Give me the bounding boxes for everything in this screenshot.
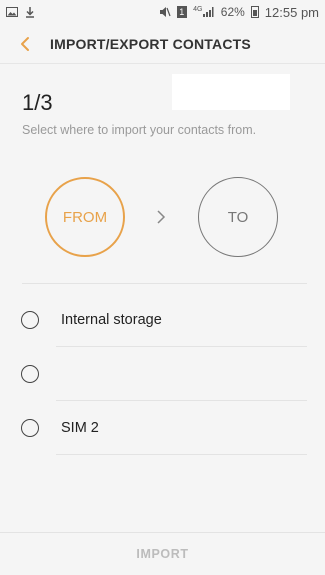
option-label-sim-2: SIM 2 <box>61 420 99 436</box>
instruction-text: Select where to import your contacts fro… <box>22 123 257 137</box>
clock: 12:55 pm <box>264 4 319 20</box>
screen: 1 4G 62% 12:55 pm IMPORT/EXPORT CONTACTS… <box>0 0 325 575</box>
radio-internal-storage[interactable] <box>21 311 39 329</box>
chevron-right-icon <box>152 206 170 228</box>
signal-icon: 4G <box>193 6 215 18</box>
back-button[interactable] <box>14 33 36 55</box>
option-internal-storage[interactable]: Internal storage <box>0 293 325 347</box>
radio-second-source[interactable] <box>21 365 39 383</box>
option-label-internal-storage: Internal storage <box>61 312 162 328</box>
page-title: IMPORT/EXPORT CONTACTS <box>50 35 251 52</box>
back-arrow-icon <box>21 36 29 51</box>
mute-icon <box>159 6 171 18</box>
to-step-circle[interactable]: TO <box>198 177 278 257</box>
download-icon <box>24 6 36 18</box>
from-step-circle[interactable]: FROM <box>45 177 125 257</box>
redacted-area <box>172 74 290 110</box>
radio-sim-2[interactable] <box>21 419 39 437</box>
section-divider <box>22 283 307 284</box>
battery-icon <box>250 6 259 18</box>
status-bar: 1 4G 62% 12:55 pm <box>0 0 325 24</box>
option-divider <box>56 454 307 455</box>
sim-badge-icon: 1 <box>176 6 187 18</box>
gallery-icon <box>6 6 18 18</box>
option-second-source[interactable] <box>0 347 325 401</box>
option-sim-2[interactable]: SIM 2 <box>0 401 325 455</box>
network-type-label: 4G <box>193 6 203 13</box>
import-button[interactable]: IMPORT <box>0 533 325 575</box>
status-left <box>6 6 36 18</box>
step-indicator: 1/3 <box>22 90 53 115</box>
app-header: IMPORT/EXPORT CONTACTS <box>0 24 325 64</box>
status-right: 1 4G 62% 12:55 pm <box>159 5 319 20</box>
battery-percent: 62% <box>220 5 245 19</box>
